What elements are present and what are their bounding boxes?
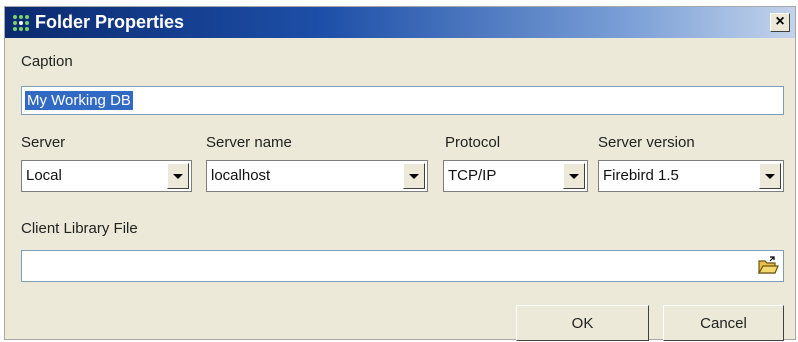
server-select-value: Local: [26, 167, 62, 184]
grid-dots-icon: [13, 15, 29, 31]
cancel-button[interactable]: Cancel: [663, 305, 784, 341]
server-version-select[interactable]: Firebird 1.5: [598, 160, 784, 192]
chevron-down-icon[interactable]: [167, 163, 189, 189]
server-name-select-value: localhost: [211, 167, 271, 184]
close-icon: ×: [775, 13, 785, 30]
server-version-select-value: Firebird 1.5: [603, 167, 679, 184]
caption-input-value: My Working DB: [25, 91, 133, 110]
dialog-title: Folder Properties: [35, 12, 185, 32]
caption-input[interactable]: My Working DB: [21, 86, 784, 115]
caption-label: Caption: [21, 53, 73, 70]
chevron-down-icon[interactable]: [759, 163, 781, 189]
ok-button[interactable]: OK: [516, 305, 649, 341]
client-library-input[interactable]: [21, 250, 784, 282]
open-folder-icon[interactable]: [756, 254, 780, 278]
server-version-label: Server version: [598, 134, 695, 151]
chevron-down-icon[interactable]: [563, 163, 585, 189]
close-button[interactable]: ×: [770, 13, 790, 32]
chevron-down-icon[interactable]: [403, 163, 425, 189]
server-name-label: Server name: [206, 134, 292, 151]
protocol-select[interactable]: TCP/IP: [443, 160, 588, 192]
server-name-select[interactable]: localhost: [206, 160, 428, 192]
server-select[interactable]: Local: [21, 160, 192, 192]
protocol-label: Protocol: [445, 134, 501, 151]
client-library-label: Client Library File: [21, 220, 138, 237]
title-bar[interactable]: Folder Properties ×: [5, 7, 795, 38]
server-label: Server: [21, 134, 66, 151]
protocol-select-value: TCP/IP: [448, 167, 497, 184]
folder-properties-dialog: Folder Properties × Caption My Working D…: [4, 6, 796, 341]
